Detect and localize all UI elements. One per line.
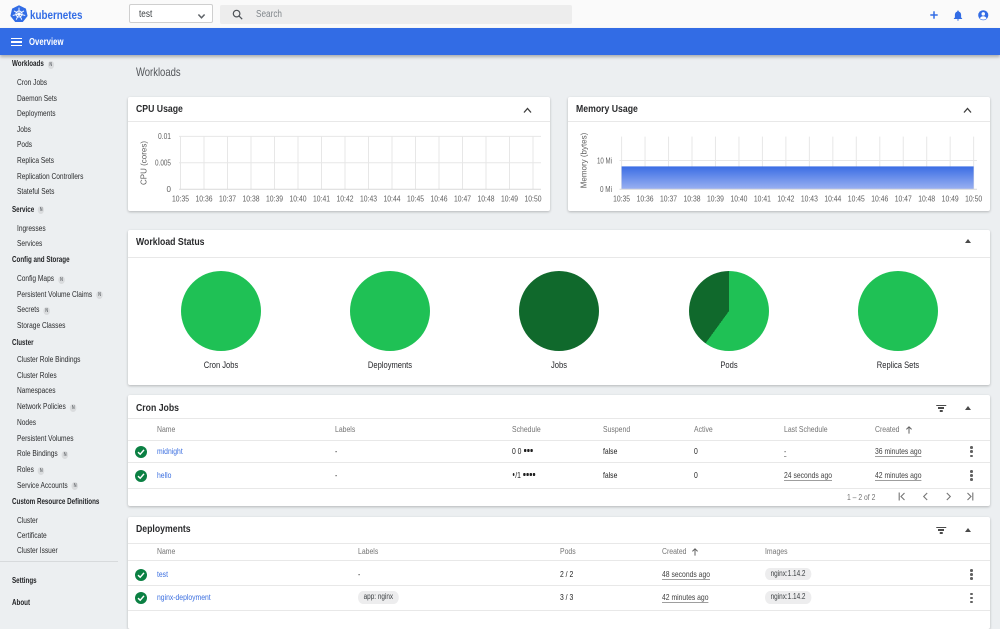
svg-text:0.01: 0.01 bbox=[158, 132, 171, 141]
svg-text:10:35: 10:35 bbox=[613, 195, 630, 204]
svg-text:10:50: 10:50 bbox=[965, 195, 982, 204]
svg-text:10:46: 10:46 bbox=[871, 195, 888, 204]
svg-text:10:44: 10:44 bbox=[384, 195, 401, 204]
svg-text:10:42: 10:42 bbox=[337, 195, 354, 204]
svg-text:10:36: 10:36 bbox=[637, 195, 654, 204]
svg-text:10:39: 10:39 bbox=[707, 195, 724, 204]
svg-text:10:49: 10:49 bbox=[501, 195, 518, 204]
svg-text:10:47: 10:47 bbox=[895, 195, 912, 204]
svg-text:10:37: 10:37 bbox=[660, 195, 677, 204]
svg-text:10:46: 10:46 bbox=[431, 195, 448, 204]
svg-text:10:40: 10:40 bbox=[730, 195, 747, 204]
svg-text:10:43: 10:43 bbox=[801, 195, 818, 204]
svg-text:10:41: 10:41 bbox=[754, 195, 771, 204]
svg-text:10:44: 10:44 bbox=[824, 195, 841, 204]
svg-text:0.005: 0.005 bbox=[155, 159, 171, 168]
svg-text:CPU (cores): CPU (cores) bbox=[140, 141, 149, 185]
svg-text:10:48: 10:48 bbox=[478, 195, 495, 204]
svg-text:10:43: 10:43 bbox=[360, 195, 377, 204]
svg-text:0: 0 bbox=[167, 185, 172, 194]
svg-text:10:38: 10:38 bbox=[243, 195, 260, 204]
svg-text:10:38: 10:38 bbox=[684, 195, 701, 204]
svg-text:10:42: 10:42 bbox=[777, 195, 794, 204]
svg-text:10:41: 10:41 bbox=[313, 195, 330, 204]
svg-text:10:45: 10:45 bbox=[407, 195, 424, 204]
svg-text:10:40: 10:40 bbox=[290, 195, 307, 204]
svg-text:10 Mi: 10 Mi bbox=[597, 156, 612, 165]
svg-text:10:47: 10:47 bbox=[454, 195, 471, 204]
svg-text:10:39: 10:39 bbox=[266, 195, 283, 204]
svg-text:10:35: 10:35 bbox=[172, 195, 189, 204]
svg-text:10:49: 10:49 bbox=[942, 195, 959, 204]
svg-text:10:36: 10:36 bbox=[196, 195, 213, 204]
svg-text:10:45: 10:45 bbox=[848, 195, 865, 204]
svg-text:10:48: 10:48 bbox=[918, 195, 935, 204]
svg-text:0 Mi: 0 Mi bbox=[600, 185, 612, 194]
svg-text:10:37: 10:37 bbox=[219, 195, 236, 204]
svg-text:Memory (bytes): Memory (bytes) bbox=[580, 132, 589, 188]
svg-text:10:50: 10:50 bbox=[525, 195, 542, 204]
